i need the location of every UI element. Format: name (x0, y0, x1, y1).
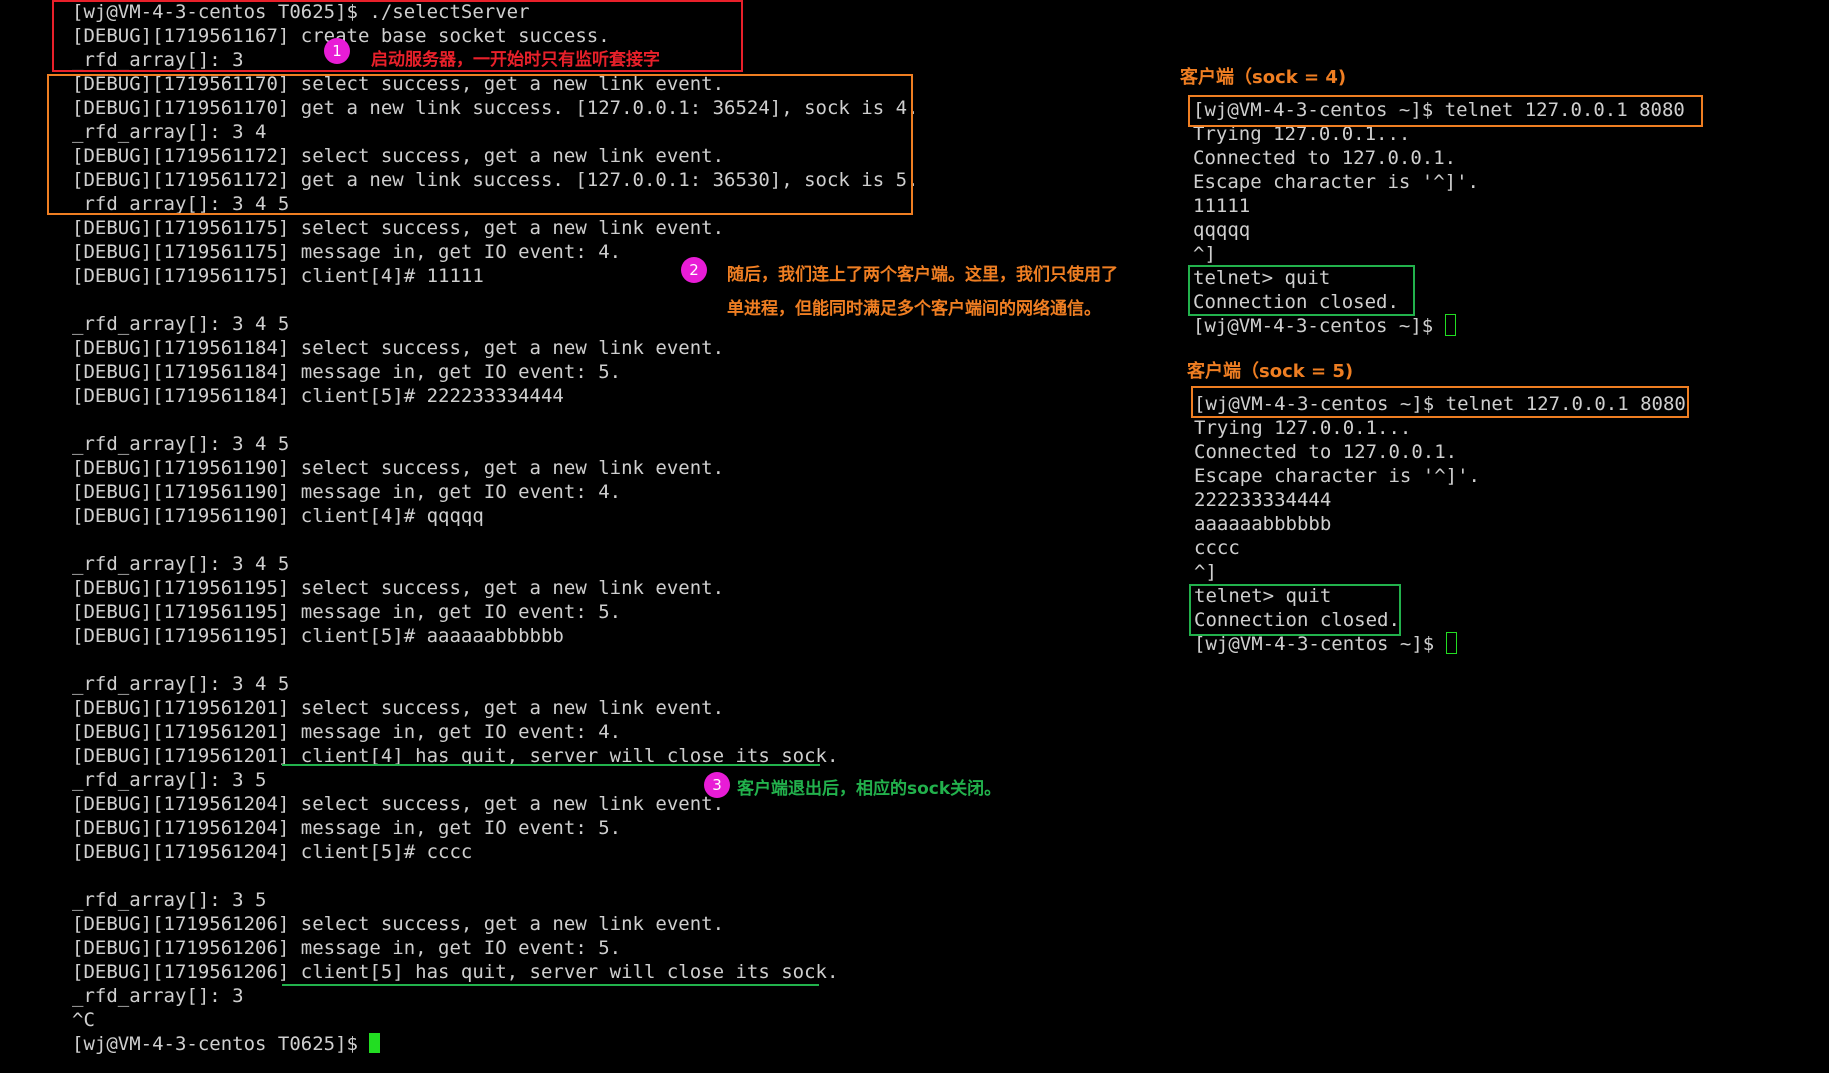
terminal-line: [DEBUG][1719561175] select success, get … (72, 217, 725, 239)
terminal-line: [DEBUG][1719561201] message in, get IO e… (72, 721, 622, 743)
step-3-badge: 3 (704, 772, 730, 798)
terminal-line: _rfd_array[]: 3 5 (72, 889, 267, 911)
terminal-line: [DEBUG][1719561190] client[4]# qqqqq (72, 505, 484, 527)
terminal-line: _rfd_array[]: 3 (72, 985, 244, 1007)
terminal-line: [DEBUG][1719561195] select success, get … (72, 577, 725, 599)
terminal-cursor (369, 1033, 381, 1053)
step-2-note-line2: 单进程，但能同时满足多个客户端间的网络通信。 (727, 299, 1101, 319)
terminal-line: [DEBUG][1719561201] select success, get … (72, 697, 725, 719)
client4-prompt-line[interactable]: [wj@VM-4-3-centos ~]$ (1193, 314, 1456, 338)
terminal-line: [DEBUG][1719561206] client[5] has quit, … (72, 961, 839, 983)
client5-quit-underline (282, 984, 819, 986)
terminal-line: [DEBUG][1719561204] message in, get IO e… (72, 817, 622, 839)
terminal-line: ^C (72, 1009, 95, 1031)
terminal-line: Escape character is '^]'. (1193, 171, 1479, 193)
client5-title: 客户端（sock = 5) (1187, 361, 1354, 382)
client4-prompt: [wj@VM-4-3-centos ~]$ (1193, 315, 1445, 337)
terminal-line: ^] (1193, 243, 1216, 265)
terminal-line: ^] (1194, 561, 1217, 583)
new-links-highlight-box (47, 74, 913, 215)
terminal-line: Connected to 127.0.0.1. (1193, 147, 1457, 169)
terminal-line: [DEBUG][1719561184] message in, get IO e… (72, 361, 622, 383)
terminal-line: [DEBUG][1719561195] client[5]# aaaaaabbb… (72, 625, 564, 647)
terminal-line: _rfd_array[]: 3 4 5 (72, 553, 290, 575)
step-3-note: 客户端退出后，相应的sock关闭。 (737, 779, 1002, 799)
terminal-line: [DEBUG][1719561206] select success, get … (72, 913, 725, 935)
client4-title: 客户端（sock = 4) (1180, 67, 1347, 88)
step-1-badge: 1 (324, 38, 350, 64)
client5-cursor (1445, 632, 1457, 654)
terminal-line: cccc (1194, 537, 1240, 559)
terminal-line: 11111 (1193, 195, 1251, 217)
terminal-line: [DEBUG][1719561184] select success, get … (72, 337, 725, 359)
client4-quit-underline (282, 764, 820, 766)
client4-quit-box (1188, 265, 1415, 316)
terminal-line: Connected to 127.0.0.1. (1194, 441, 1458, 463)
terminal-line: Trying 127.0.0.1... (1194, 417, 1412, 439)
terminal-line: qqqqq (1193, 219, 1251, 241)
terminal-line: aaaaaabbbbbb (1194, 513, 1332, 535)
client4-telnet-command-box (1188, 95, 1703, 127)
terminal-line: [DEBUG][1719561190] select success, get … (72, 457, 725, 479)
step-2-badge: 2 (681, 257, 707, 283)
terminal-line: _rfd_array[]: 3 4 5 (72, 433, 290, 455)
server-prompt-line[interactable]: [wj@VM-4-3-centos T0625]$ (72, 1032, 381, 1056)
terminal-line: [DEBUG][1719561204] client[5]# cccc (72, 841, 473, 863)
terminal-line: 222233334444 (1194, 489, 1332, 511)
client5-telnet-command-box (1191, 386, 1689, 418)
terminal-line: [DEBUG][1719561190] message in, get IO e… (72, 481, 622, 503)
client5-prompt: [wj@VM-4-3-centos ~]$ (1194, 633, 1446, 655)
client5-quit-box (1189, 584, 1401, 636)
step-2-note-line1: 随后，我们连上了两个客户端。这里，我们只使用了 (727, 265, 1118, 285)
server-prompt: [wj@VM-4-3-centos T0625]$ (72, 1033, 370, 1055)
terminal-line: _rfd_array[]: 3 4 5 (72, 673, 290, 695)
terminal-line: [DEBUG][1719561195] message in, get IO e… (72, 601, 622, 623)
terminal-line: Escape character is '^]'. (1194, 465, 1480, 487)
terminal-line: [DEBUG][1719561184] client[5]# 222233334… (72, 385, 564, 407)
step-1-note: 启动服务器，一开始时只有监听套接字 (371, 50, 660, 70)
client4-cursor (1444, 314, 1456, 336)
terminal-line: [DEBUG][1719561206] message in, get IO e… (72, 937, 622, 959)
